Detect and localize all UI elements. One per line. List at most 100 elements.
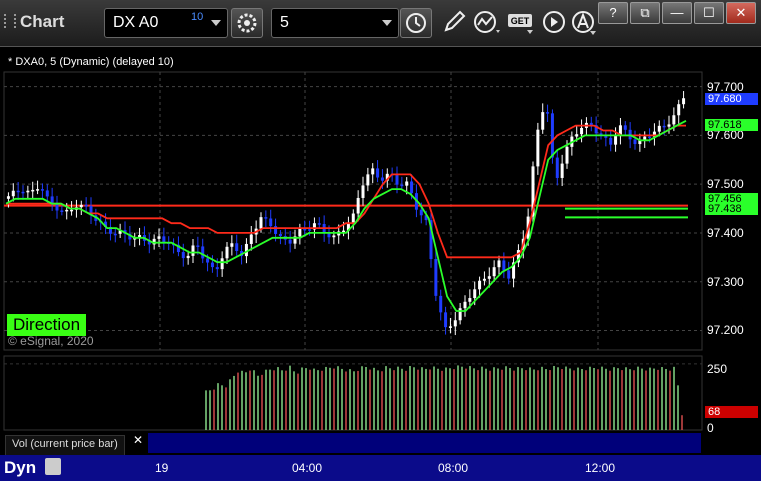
price-tick-label: 97.700 [707,79,744,94]
candle-body [244,243,248,257]
candle-body [492,267,496,277]
level-tag-lower: 97.438 [705,203,758,215]
candle-body [45,190,49,197]
candle-body [580,127,584,135]
candle-body [79,204,83,208]
candle-body [206,258,210,263]
candle-body [478,280,482,290]
candle-body [541,112,545,130]
candle-body [157,236,161,239]
candle-body [249,234,253,244]
candle-body [361,185,365,198]
candle-body [191,245,195,256]
candle-body [264,217,268,219]
candle-body [201,246,205,259]
candle-body [269,218,273,227]
volume-last-tag: 68 [705,406,758,418]
candle-body [444,312,448,328]
chart-legend: * DXA0, 5 (Dynamic) (delayed 10) [8,56,174,68]
candle-body [181,252,185,259]
candle-body [332,235,336,238]
direction-label: Direction [7,314,87,336]
candle-body [230,243,234,247]
candle-body [380,177,384,181]
candle-body [65,209,69,212]
fast-moving-average-line [5,120,687,312]
candle-body [220,258,224,270]
candle-body [410,181,414,194]
dynamic-label[interactable]: Dyn [4,458,36,478]
candle-body [225,246,229,259]
candle-body [259,217,263,229]
candle-body [555,157,559,178]
candle-body [473,289,477,299]
candle-body [356,197,360,214]
candle-body [31,189,35,192]
candle-body [502,260,506,271]
candle-body [366,174,370,186]
candle-body [458,308,462,321]
candle-body [36,189,40,191]
candle-body [16,190,20,193]
candle-body [667,124,671,127]
candle-body [113,233,117,236]
copyright-text: © eSignal, 2020 [8,334,94,348]
candle-body [210,262,214,268]
candle-body [448,326,452,328]
close-icon[interactable]: ✕ [133,433,143,447]
candle-body [6,196,10,199]
candle-body [648,136,652,139]
last-price-tag: 97.680 [705,93,758,105]
lock-icon[interactable] [45,458,61,475]
candle-body [303,228,307,231]
volume-pane-label: Vol (current price bar) [5,435,125,457]
candle-body [536,129,540,167]
candle-body [55,203,59,211]
candle-body [371,168,375,175]
volume-tick-0: 0 [707,421,714,435]
time-tick-0800: 08:00 [438,461,469,475]
candle-body [235,243,239,251]
candle-body [677,104,681,116]
candle-body [672,115,676,125]
candle-body [550,113,554,158]
time-axis-bar: Dyn [0,455,761,481]
candle-body [565,146,569,164]
candle-body [682,98,686,105]
candle-body [288,239,292,244]
candle-body [84,204,88,207]
candle-body [434,259,438,296]
candle-body [657,125,661,132]
candle-body [560,163,564,178]
candle-body [400,184,404,187]
candle-body [487,276,491,279]
candle-body [376,168,380,178]
candle-body [482,278,486,281]
candle-body [507,270,511,279]
candle-body [317,223,321,225]
candle-body [138,235,142,238]
candle-body [11,190,15,197]
time-tick-19: 19 [155,461,169,475]
candle-body [497,260,501,268]
candle-body [614,136,618,145]
candle-body [395,175,399,185]
candle-body [662,125,666,128]
candle-body [186,255,190,259]
candle-body [405,181,409,186]
candle-body [342,230,346,233]
candle-body [463,301,467,309]
time-tick-0400: 04:00 [292,461,323,475]
candle-body [633,139,637,145]
candle-body [60,210,64,212]
candle-body [453,320,457,327]
candle-body [298,228,302,237]
candle-body [439,295,443,313]
candle-body [21,191,25,194]
candle-body [162,236,166,243]
price-chart[interactable] [0,0,761,481]
volume-tick-250: 250 [707,362,728,376]
time-tick-1200: 12:00 [585,461,616,475]
candle-body [278,233,282,237]
candle-body [468,298,472,302]
